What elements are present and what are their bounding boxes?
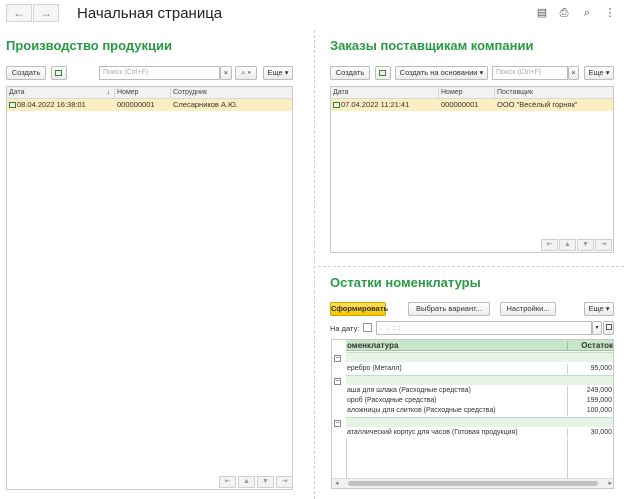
settings-button[interactable]: Настройки... <box>500 302 556 316</box>
report-group-row <box>346 375 613 385</box>
production-table[interactable]: Дата ↓ Номер Сотрудник 08.04.2022 16:38:0… <box>6 86 293 490</box>
sort-desc-icon: ↓ <box>106 89 111 96</box>
more-vertical-icon[interactable]: ⋮ <box>603 6 617 20</box>
column-header-employee[interactable]: Сотрудник <box>171 87 294 99</box>
production-title: Производство продукции <box>6 38 173 53</box>
orders-create-based-button[interactable]: Создать на основании ▾ <box>395 66 488 80</box>
production-create-button[interactable]: Создать <box>6 66 46 80</box>
section-divider <box>318 266 624 267</box>
date-dropdown-button[interactable]: ▾ <box>592 321 602 335</box>
column-header-supplier[interactable]: Поставщик <box>495 87 615 99</box>
back-button[interactable]: ← <box>6 4 32 22</box>
report-group-row <box>346 417 613 427</box>
chevron-down-icon: ▾ <box>595 325 599 331</box>
report-row: аша для шлака (Расходные средства) 249,0… <box>347 386 612 396</box>
scroll-left-icon[interactable]: ◂ <box>335 479 339 488</box>
stock-title: Остатки номенклатуры <box>330 275 481 290</box>
orders-title: Заказы поставщикам компании <box>330 38 534 53</box>
stock-more-button[interactable]: Еще ▾ <box>584 302 614 316</box>
page-title: Начальная страница <box>77 5 223 22</box>
column-header-number[interactable]: Номер <box>115 87 171 99</box>
column-header-date[interactable]: Дата <box>331 87 439 99</box>
stock-report[interactable]: оменклатура Остаток − еребро (Металл) 95… <box>331 339 614 489</box>
column-header-date[interactable]: Дата ↓ <box>7 87 115 99</box>
preview-icon[interactable]: ⌕ <box>580 6 594 20</box>
date-input[interactable]: . . : : <box>376 321 592 335</box>
table-header: Дата Номер Поставщик <box>331 87 613 99</box>
orders-copy-button[interactable] <box>375 66 391 80</box>
forward-button[interactable]: → <box>33 4 59 22</box>
pager-first-button[interactable]: ⇤ <box>541 239 558 251</box>
document-icon <box>9 102 16 109</box>
cell-employee: Слесарников А.Ю. <box>173 100 238 109</box>
copy-icon <box>55 70 62 77</box>
collapse-icon[interactable]: − <box>334 378 341 385</box>
production-more-button[interactable]: Еще ▾ <box>263 66 293 80</box>
pager-last-button[interactable]: ⇥ <box>595 239 612 251</box>
orders-search-input[interactable]: Поиск (Ctrl+F) <box>492 66 568 80</box>
report-row: еребро (Металл) 95,000 <box>347 364 612 374</box>
pager-down-button[interactable]: ▼ <box>257 476 274 488</box>
report-group-row <box>346 352 613 362</box>
production-copy-button[interactable] <box>51 66 67 80</box>
orders-search-clear-button[interactable]: × <box>568 66 579 80</box>
production-search-button[interactable]: ⌕ ▾ <box>235 66 257 80</box>
scrollbar-thumb[interactable] <box>348 481 598 486</box>
select-variant-button[interactable]: Выбрать вариант... <box>408 302 490 316</box>
report-header: оменклатура Остаток <box>346 340 613 351</box>
table-header: Дата ↓ Номер Сотрудник <box>7 87 292 99</box>
report-row: аталлический корпус для часов (Готовая п… <box>347 428 612 438</box>
pager-up-button[interactable]: ▲ <box>238 476 255 488</box>
cell-number: 000000001 <box>441 100 479 109</box>
cell-date: 07.04.2022 11:21:41 <box>331 99 439 111</box>
date-checkbox[interactable] <box>363 323 372 332</box>
production-search-input[interactable]: Поиск (Ctrl+F) <box>99 66 220 80</box>
table-row[interactable]: 08.04.2022 16:38:01 000000001 Слесарнико… <box>7 99 292 111</box>
horizontal-scrollbar[interactable]: ◂ ▸ <box>332 478 613 488</box>
orders-create-button[interactable]: Создать <box>330 66 370 80</box>
report-row: аложницы для слитков (Расходные средства… <box>347 406 612 416</box>
date-label: На дату: <box>330 324 360 333</box>
orders-table[interactable]: Дата Номер Поставщик 07.04.2022 11:21:41… <box>330 86 614 253</box>
print-icon[interactable]: ⎙ <box>557 6 571 20</box>
cell-date: 08.04.2022 16:38:01 <box>7 99 115 111</box>
report-col-name: оменклатура <box>347 341 399 350</box>
cell-supplier: ООО "Весёлый горняк" <box>497 100 578 109</box>
calendar-button[interactable] <box>603 321 614 335</box>
calendar-icon <box>605 324 612 330</box>
pager-last-button[interactable]: ⇥ <box>276 476 293 488</box>
report-gridline <box>567 439 568 479</box>
production-search-clear-button[interactable]: × <box>220 66 232 80</box>
report-gridline <box>346 439 347 479</box>
pager-first-button[interactable]: ⇤ <box>219 476 236 488</box>
pager-up-button[interactable]: ▲ <box>559 239 576 251</box>
report-row: ороб (Расходные средства) 199,000 <box>347 396 612 406</box>
column-divider <box>314 30 315 499</box>
collapse-icon[interactable]: − <box>334 420 341 427</box>
generate-report-button[interactable]: Сформировать <box>330 302 388 316</box>
save-icon[interactable]: ▤ <box>535 6 549 20</box>
pager-down-button[interactable]: ▼ <box>577 239 594 251</box>
cell-number: 000000001 <box>117 100 155 109</box>
document-icon <box>333 102 340 109</box>
report-col-qty: Остаток <box>567 341 613 350</box>
copy-icon <box>379 70 386 77</box>
table-row[interactable]: 07.04.2022 11:21:41 000000001 ООО "Весёл… <box>331 99 613 111</box>
scroll-right-icon[interactable]: ▸ <box>608 479 612 488</box>
column-header-number[interactable]: Номер <box>439 87 495 99</box>
orders-more-button[interactable]: Еще ▾ <box>584 66 614 80</box>
collapse-icon[interactable]: − <box>334 355 341 362</box>
